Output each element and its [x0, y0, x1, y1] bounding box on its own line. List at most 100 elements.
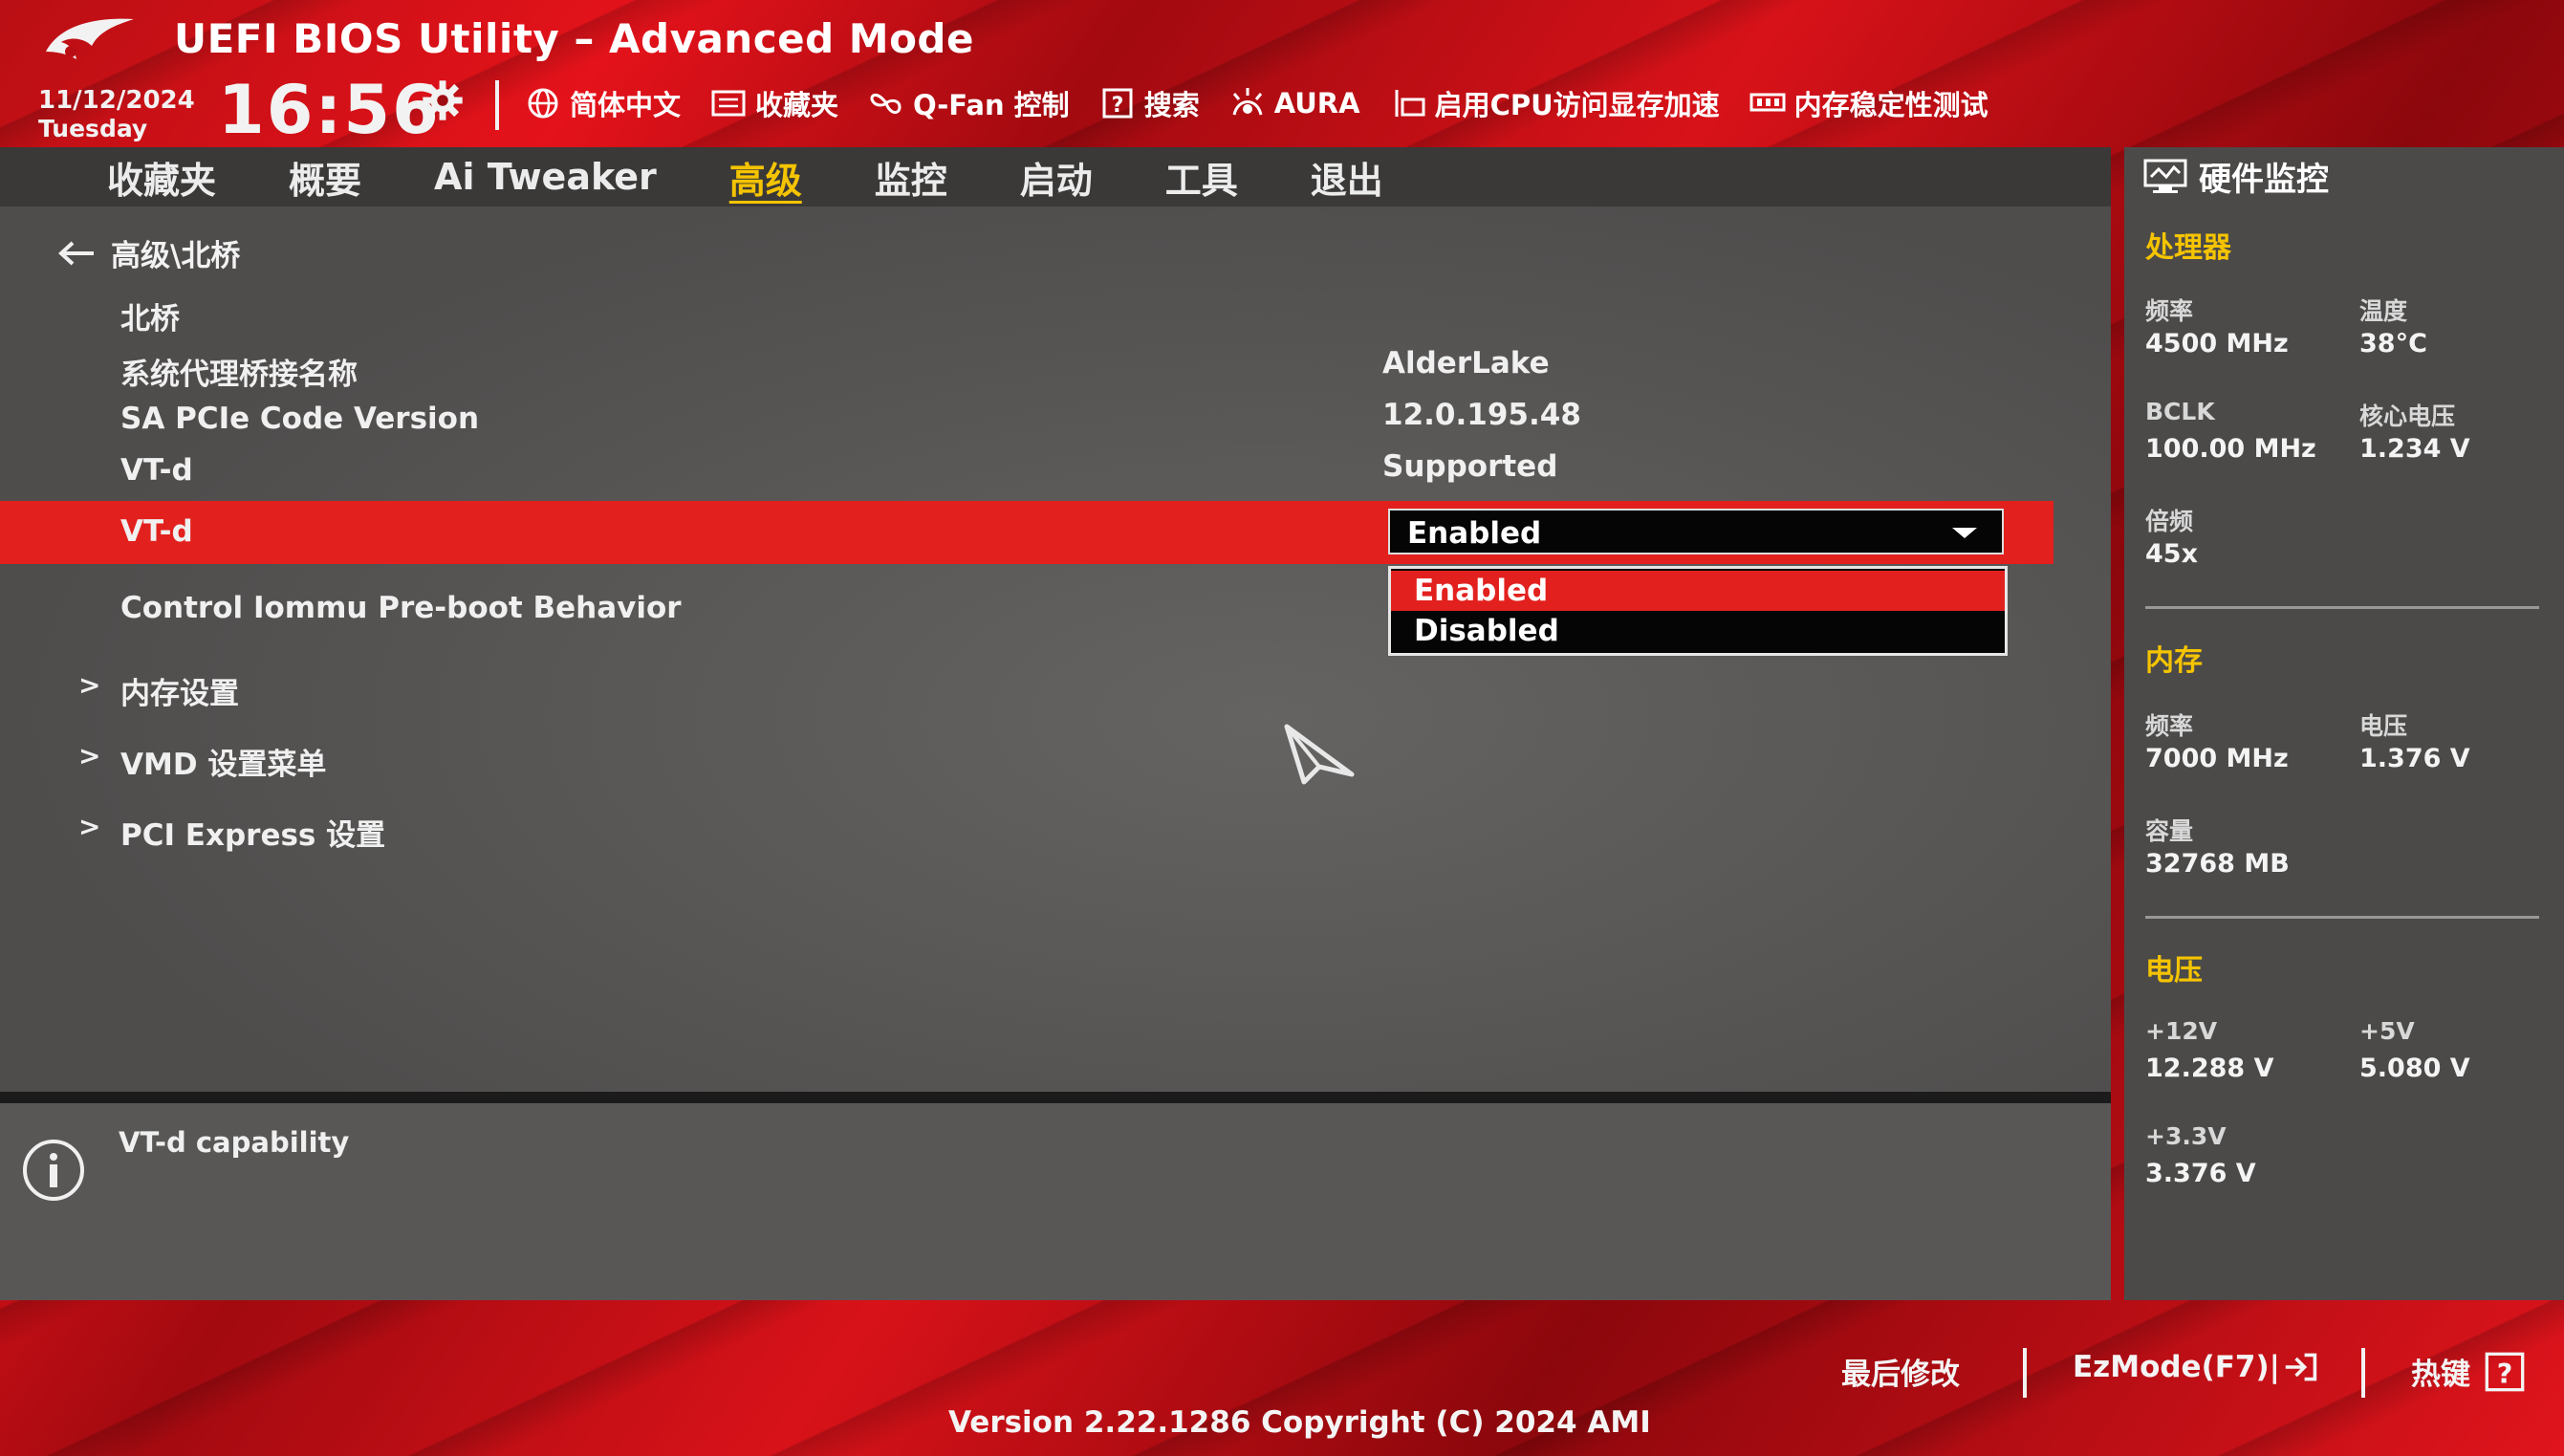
resizable-bar-label: 启用CPU访问显存加速: [1434, 89, 1720, 121]
v12-label: +12V: [2145, 1017, 2218, 1045]
back-arrow-icon[interactable]: [55, 239, 98, 268]
v5-value: 5.080 V: [2359, 1054, 2470, 1083]
vtd-select-value: Enabled: [1407, 516, 1542, 551]
cpu-memory-icon: [1395, 90, 1425, 117]
tab-ai-tweaker[interactable]: Ai Tweaker: [434, 156, 657, 198]
ratio-value: 45x: [2145, 539, 2198, 569]
submenu-memory-settings[interactable]: 内存设置: [120, 669, 239, 712]
info-icon: [23, 1140, 84, 1201]
date-text: 11/12/2024: [38, 86, 195, 115]
gear-icon[interactable]: [421, 78, 465, 122]
vcore-value: 1.234 V: [2359, 434, 2470, 464]
mem-capacity-value: 32768 MB: [2145, 849, 2290, 879]
help-box-icon: ?: [2485, 1352, 2525, 1391]
sa-name-label: 系统代理桥接名称: [120, 358, 358, 392]
vtd-support-label: VT-d: [120, 453, 193, 488]
sa-pcie-version-label: SA PCIe Code Version: [120, 402, 480, 436]
monitor-icon: [2143, 159, 2187, 193]
tab-advanced[interactable]: 高级: [729, 151, 802, 204]
submenu-vmd[interactable]: VMD 设置菜单: [120, 740, 326, 783]
memtest-button[interactable]: 内存稳定性测试: [1749, 83, 1988, 123]
submenu-arrow-icon: >: [78, 669, 101, 701]
search-label: 搜索: [1143, 89, 1200, 121]
day-text: Tuesday: [38, 115, 148, 142]
mem-capacity-label: 容量: [2145, 817, 2194, 845]
vcore-label: 核心电压: [2359, 402, 2456, 430]
option-enabled[interactable]: Enabled: [1391, 571, 2005, 611]
v5-label: +5V: [2359, 1017, 2415, 1045]
vtd-select[interactable]: Enabled: [1388, 509, 2004, 554]
svg-text:?: ?: [1111, 94, 1123, 118]
memtest-label: 内存稳定性测试: [1793, 89, 1988, 121]
main-nav: 收藏夹 概要 Ai Tweaker 高级 监控 启动 工具 退出: [0, 147, 2111, 206]
rog-logo-icon: [46, 18, 134, 59]
sa-pcie-version-value: 12.0.195.48: [1382, 398, 1581, 432]
ezmode-button[interactable]: EzMode(F7)|: [2073, 1350, 2318, 1384]
language-button[interactable]: 简体中文: [524, 83, 681, 123]
submenu-arrow-icon: >: [78, 740, 101, 771]
mem-freq-label: 频率: [2145, 712, 2194, 740]
language-label: 简体中文: [570, 89, 682, 121]
v33-value: 3.376 V: [2145, 1159, 2256, 1188]
aura-button[interactable]: AURA: [1228, 86, 1360, 120]
mem-volt-label: 电压: [2359, 712, 2408, 740]
tab-monitor[interactable]: 监控: [875, 151, 947, 204]
aura-icon: [1232, 88, 1263, 116]
vtd-support-value: Supported: [1382, 449, 1558, 484]
option-disabled[interactable]: Disabled: [1391, 611, 2005, 651]
hotkeys-label: 热键: [2411, 1358, 2470, 1392]
bclk-label: BCLK: [2145, 398, 2215, 425]
section-title: 北桥: [120, 302, 180, 337]
tab-boot[interactable]: 启动: [1020, 151, 1093, 204]
voltage-section-title: 电压: [2145, 954, 2203, 988]
hw-divider: [2145, 916, 2539, 919]
hardware-monitor-header: 硬件监控: [2141, 153, 2329, 200]
svg-text:?: ?: [2497, 1358, 2513, 1390]
hw-divider: [2145, 606, 2539, 609]
submenu-arrow-icon: >: [78, 811, 101, 842]
help-text: VT-d capability: [119, 1126, 350, 1159]
memory-section-title: 内存: [2145, 644, 2203, 678]
exit-arrow-icon: [2285, 1353, 2317, 1381]
search-button[interactable]: ? 搜索: [1098, 83, 1200, 123]
tab-tool[interactable]: 工具: [1165, 151, 1238, 204]
hardware-monitor-title: 硬件监控: [2199, 161, 2329, 199]
qfan-label: Q-Fan 控制: [913, 89, 1070, 121]
mem-freq-value: 7000 MHz: [2145, 744, 2289, 773]
fan-icon: [870, 94, 902, 114]
tab-favorites[interactable]: 收藏夹: [107, 151, 216, 204]
app-title: UEFI BIOS Utility – Advanced Mode: [174, 15, 974, 62]
clock[interactable]: 16:56: [218, 71, 441, 149]
v33-label: +3.3V: [2145, 1122, 2227, 1150]
vtd-setting-label: VT-d: [120, 514, 193, 549]
submenu-pci-express[interactable]: PCI Express 设置: [120, 811, 385, 854]
favorites-button[interactable]: 收藏夹: [709, 83, 838, 123]
tab-main[interactable]: 概要: [289, 151, 361, 204]
cpu-temp-value: 38°C: [2359, 329, 2427, 359]
tab-exit[interactable]: 退出: [1311, 151, 1383, 204]
resizable-bar-button[interactable]: 启用CPU访问显存加速: [1389, 83, 1720, 123]
globe-icon: [528, 88, 558, 119]
help-divider: [0, 1092, 2111, 1103]
qfan-button[interactable]: Q-Fan 控制: [867, 83, 1070, 123]
v12-value: 12.288 V: [2145, 1054, 2274, 1083]
favorites-icon: [711, 90, 746, 117]
footer-divider: [2361, 1348, 2365, 1398]
iommu-preboot-item[interactable]: Control Iommu Pre-boot Behavior: [120, 591, 682, 625]
sa-name-value: AlderLake: [1382, 346, 1550, 380]
breadcrumb[interactable]: 高级\北桥: [55, 231, 240, 274]
chevron-down-icon: [1952, 528, 1977, 538]
vtd-dropdown-menu: Enabled Disabled: [1388, 566, 2008, 656]
favorites-label: 收藏夹: [755, 89, 839, 121]
ezmode-label: EzMode(F7)|: [2073, 1350, 2280, 1384]
footer-divider: [2023, 1348, 2027, 1398]
last-modified-button[interactable]: 最后修改: [1841, 1350, 1960, 1393]
hotkeys-button[interactable]: 热键 ?: [2411, 1350, 2530, 1393]
bclk-value: 100.00 MHz: [2145, 434, 2316, 464]
version-text: Version 2.22.1286 Copyright (C) 2024 AMI: [948, 1405, 1651, 1440]
cpu-freq-label: 频率: [2145, 297, 2194, 325]
memory-icon: [1749, 93, 1786, 112]
toolbar: 简体中文 收藏夹 Q-Fan 控制 ? 搜索 AURA 启用CPU访问显存加速 …: [524, 82, 2017, 124]
aura-label: AURA: [1273, 87, 1360, 120]
help-box-icon: ?: [1102, 88, 1133, 119]
